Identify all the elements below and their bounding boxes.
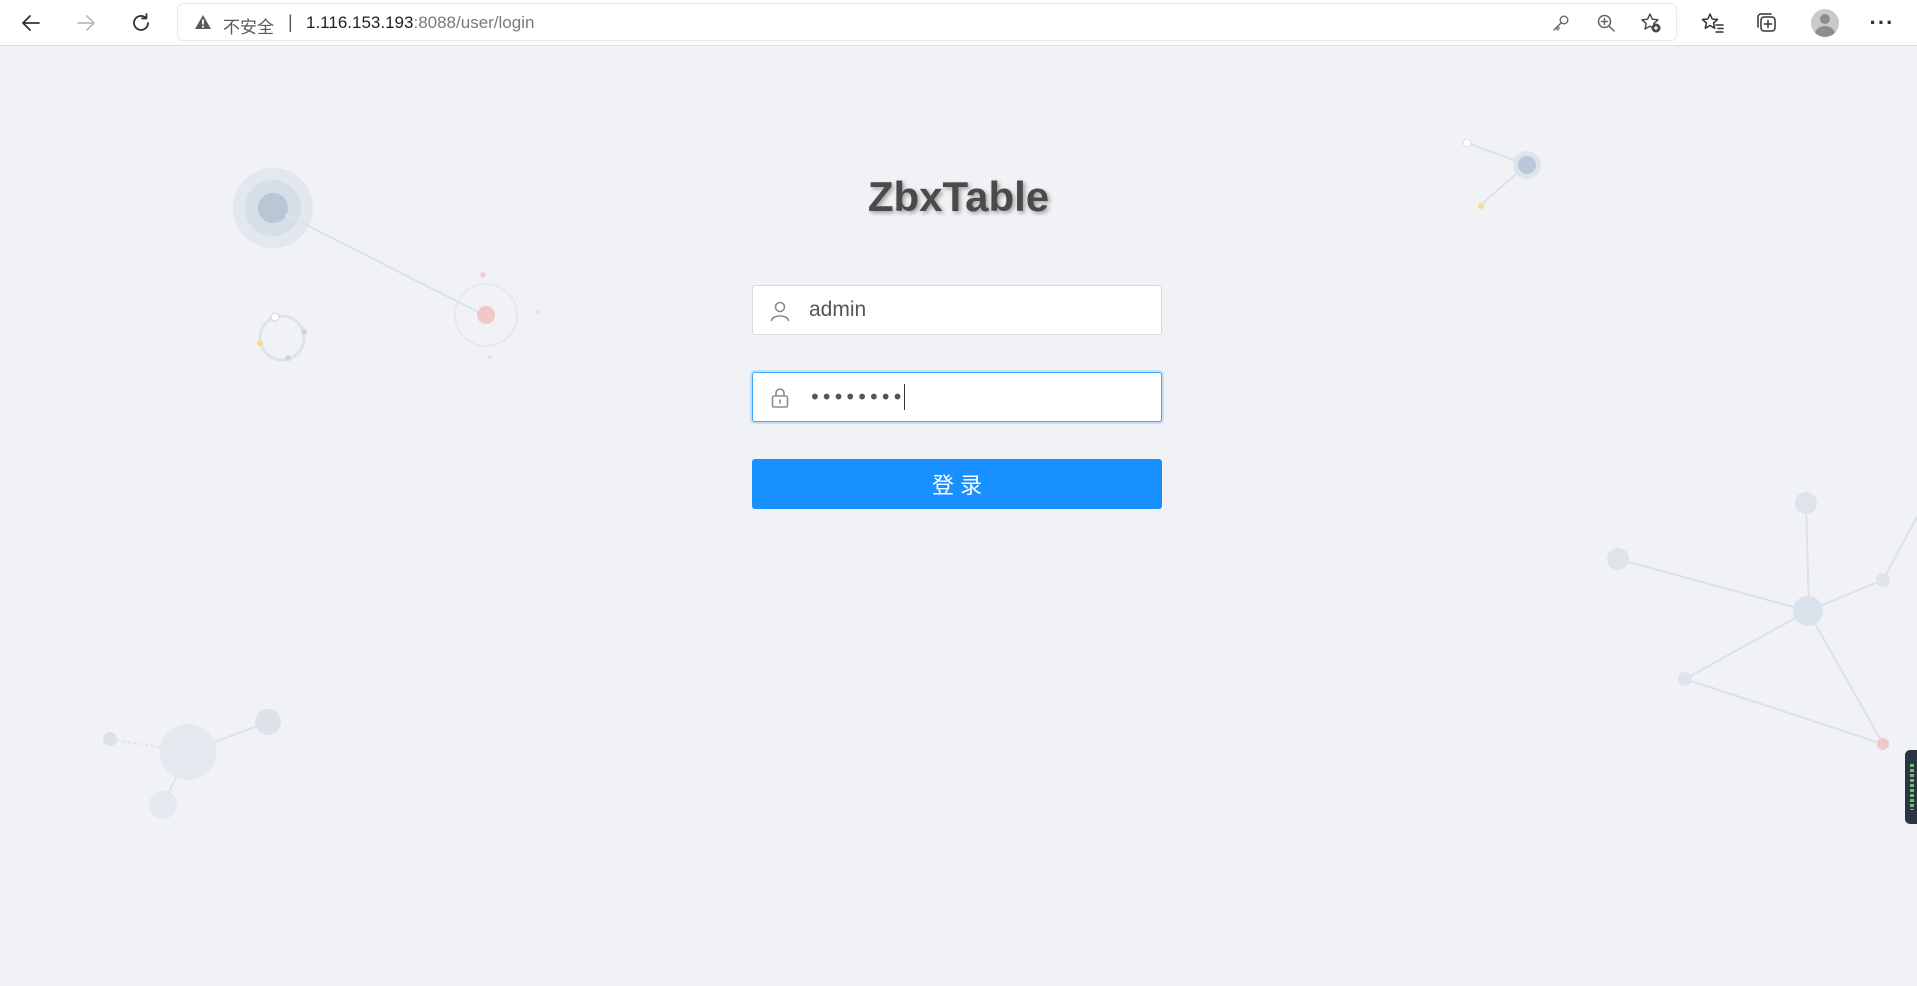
profile-avatar xyxy=(1811,9,1839,37)
zoom-button[interactable] xyxy=(1595,12,1617,34)
security-status: 不安全 xyxy=(223,18,274,38)
arrow-left-icon xyxy=(22,15,40,31)
more-icon: ··· xyxy=(1869,10,1895,35)
password-key-button[interactable] xyxy=(1550,12,1572,34)
address-bar[interactable]: 不安全 | 1.116.153.193:8088/user/login xyxy=(178,4,1676,40)
login-page: ZbxTable •••••••• 登录 xyxy=(0,47,1917,986)
arrow-right-icon xyxy=(77,15,95,31)
url-text[interactable]: 1.116.153.193:8088/user/login xyxy=(306,13,534,33)
add-favorite-button[interactable] xyxy=(1640,12,1662,34)
text-caret xyxy=(904,383,906,410)
browser-toolbar: 不安全 | 1.116.153.193:8088/user/login ··· xyxy=(0,0,1917,46)
refresh-icon xyxy=(133,13,149,31)
profile-button[interactable] xyxy=(1809,7,1841,39)
app-title: ZbxTable xyxy=(867,173,1050,220)
login-button[interactable]: 登录 xyxy=(752,459,1162,509)
username-field[interactable] xyxy=(752,285,1162,335)
more-button[interactable]: ··· xyxy=(1866,7,1898,39)
password-input[interactable]: •••••••• xyxy=(809,383,906,412)
zoom-icon xyxy=(1597,14,1615,32)
side-monitor-widget[interactable] xyxy=(1905,750,1917,824)
lock-icon xyxy=(769,387,791,409)
url-host: 1.116.153.193 xyxy=(306,13,414,32)
user-icon xyxy=(769,300,791,322)
forward-button[interactable] xyxy=(70,7,102,39)
favorites-icon xyxy=(1701,13,1724,33)
favorites-button[interactable] xyxy=(1697,7,1729,39)
collections-button[interactable] xyxy=(1751,7,1783,39)
username-input[interactable] xyxy=(809,286,1149,334)
add-favorite-icon xyxy=(1641,13,1661,33)
key-icon xyxy=(1553,15,1569,31)
refresh-button[interactable] xyxy=(125,7,157,39)
url-path: :8088/user/login xyxy=(413,13,535,32)
collections-icon xyxy=(1757,13,1776,32)
password-field[interactable]: •••••••• xyxy=(752,372,1162,422)
back-button[interactable] xyxy=(15,7,47,39)
warning-icon xyxy=(195,15,211,29)
address-separator: | xyxy=(288,12,293,32)
password-masked-value: •••••••• xyxy=(809,385,904,409)
